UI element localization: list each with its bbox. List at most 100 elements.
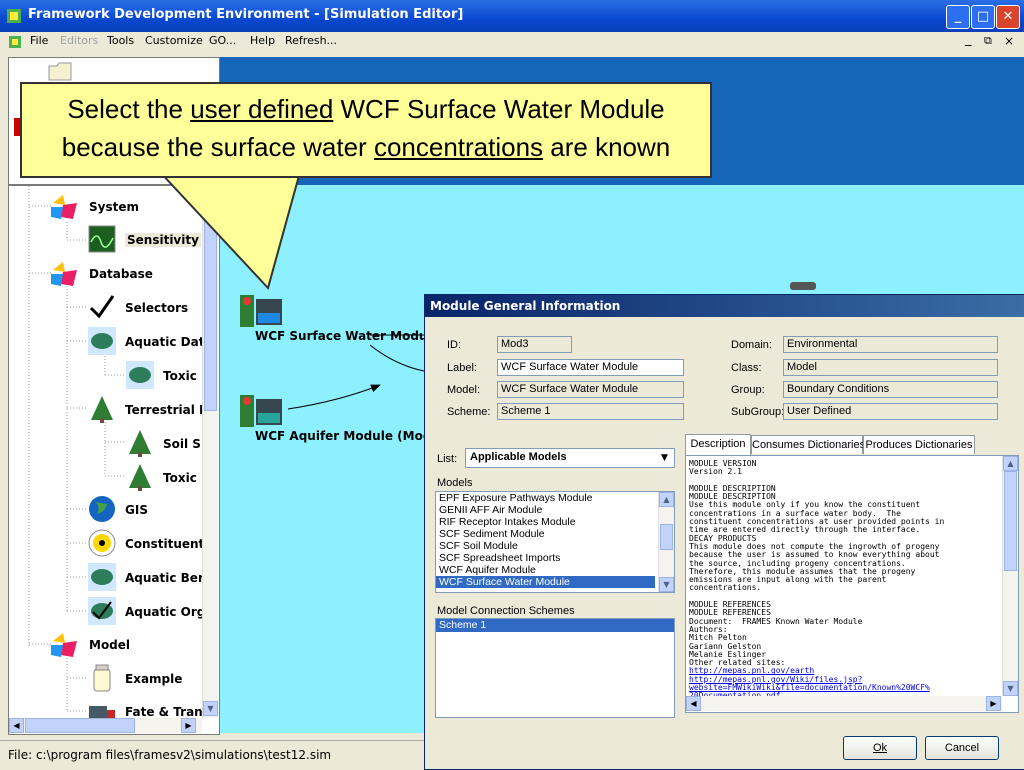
app-icon xyxy=(7,9,21,23)
tree-item-selectors[interactable]: Selectors xyxy=(125,301,188,315)
mdi-close-button[interactable]: × xyxy=(1004,34,1014,48)
model-list-item[interactable]: EPF Exposure Pathways Module xyxy=(436,492,674,504)
node-aquifer-label[interactable]: WCF Aquifer Module (Mod4) xyxy=(255,429,445,443)
cancel-button[interactable]: Cancel xyxy=(925,736,999,760)
models-label: Models xyxy=(437,477,473,489)
description-text[interactable]: MODULE VERSION Version 2.1 MODULE DESCRIPT… xyxy=(685,455,1019,713)
scroll-down-arrow[interactable]: ▼ xyxy=(203,701,218,716)
radiation-icon xyxy=(88,529,116,557)
tree-item-constituent[interactable]: Constituent xyxy=(125,537,204,551)
list-select[interactable]: Applicable Models ▼ xyxy=(465,448,675,468)
model-list-item[interactable]: WCF Surface Water Module xyxy=(436,576,655,588)
model-icon xyxy=(51,633,77,657)
scroll-left-arrow[interactable]: ◀ xyxy=(9,718,24,733)
scheme-item[interactable]: Scheme 1 xyxy=(436,619,674,632)
models-list[interactable]: EPF Exposure Pathways Module GENII AFF Ai… xyxy=(435,491,675,593)
scroll-down-arrow[interactable]: ▼ xyxy=(1003,681,1018,696)
menu-customize[interactable]: Customize xyxy=(145,34,203,47)
fish-icon xyxy=(88,563,116,591)
tree-item-aquatic-organism[interactable]: Aquatic Org xyxy=(125,605,205,619)
menu-bar: File Editors Tools Customize GO... Help … xyxy=(0,32,1024,52)
tree-item-soil[interactable]: Soil S xyxy=(163,437,201,451)
menu-tools[interactable]: Tools xyxy=(107,34,134,47)
tree-item-example[interactable]: Example xyxy=(125,672,182,686)
mdi-restore-button[interactable]: ⧉ xyxy=(984,34,992,48)
scheme-label: Scheme: xyxy=(447,406,491,418)
callout-line-1: Select the user defined WCF Surface Wate… xyxy=(67,94,665,124)
tree-horizontal-scrollbar[interactable]: ◀ ▶ xyxy=(9,718,202,733)
scroll-thumb[interactable] xyxy=(25,718,135,733)
tree-item-database[interactable]: Database xyxy=(89,267,153,281)
scheme-field: Scheme 1 xyxy=(497,403,684,420)
models-list-scrollbar[interactable]: ▲ ▼ xyxy=(658,492,674,592)
model-list-item[interactable]: GENII AFF Air Module xyxy=(436,504,674,516)
tab-consumes-dictionaries[interactable]: Consumes Dictionaries xyxy=(751,435,865,454)
menu-file[interactable]: File xyxy=(30,34,48,47)
scroll-thumb[interactable] xyxy=(660,524,673,550)
model-list-item[interactable]: RIF Receptor Intakes Module xyxy=(436,516,674,528)
tree-item-fate-transport[interactable]: Fate & Tran xyxy=(125,705,203,719)
surface-water-module-icon[interactable] xyxy=(240,295,284,327)
schemes-list[interactable]: Scheme 1 xyxy=(435,618,675,718)
subgroup-field: User Defined xyxy=(783,403,998,420)
globe-icon xyxy=(89,496,115,522)
scroll-right-arrow[interactable]: ▶ xyxy=(181,718,196,733)
jar-icon xyxy=(93,664,111,692)
scroll-up-arrow[interactable]: ▲ xyxy=(659,492,674,507)
dialog-title-bar[interactable]: Module General Information xyxy=(425,295,1024,317)
description-horizontal-scrollbar[interactable]: ◀ ▶ xyxy=(686,696,1002,711)
tree-item-aquatic-benthic[interactable]: Aquatic Ber xyxy=(125,571,204,585)
tree-item-toxic-2[interactable]: Toxic xyxy=(163,471,197,485)
tree-item-aquatic-data[interactable]: Aquatic Dat xyxy=(125,335,204,349)
tab-description[interactable]: Description xyxy=(685,434,751,455)
scroll-thumb[interactable] xyxy=(1004,471,1017,571)
scroll-left-arrow[interactable]: ◀ xyxy=(686,696,701,711)
model-label: Model: xyxy=(447,384,481,396)
fish-check-icon xyxy=(88,597,116,625)
close-button[interactable]: ✕ xyxy=(996,5,1020,29)
cancel-button-label: Cancel xyxy=(944,742,980,754)
tree-item-toxic-1[interactable]: Toxic xyxy=(163,369,197,383)
aquifer-module-icon[interactable] xyxy=(240,395,284,427)
checkmark-icon xyxy=(89,295,115,319)
mdi-minimize-button[interactable]: _ xyxy=(965,32,972,47)
menu-refresh[interactable]: Refresh... xyxy=(285,34,337,47)
menu-go[interactable]: GO... xyxy=(209,34,236,47)
callout-pointer xyxy=(160,171,302,290)
group-field: Boundary Conditions xyxy=(783,381,998,398)
folder-icon xyxy=(48,62,72,81)
model-list-item[interactable]: SCF Soil Module xyxy=(436,540,674,552)
database-icon xyxy=(51,262,77,286)
label-label: Label: xyxy=(447,362,477,374)
description-line: concentrations. xyxy=(689,583,762,593)
fish-icon xyxy=(88,327,116,355)
maximize-button[interactable]: □ xyxy=(971,5,995,29)
tree-item-model[interactable]: Model xyxy=(89,638,130,652)
label-field[interactable]: WCF Surface Water Module xyxy=(497,359,684,376)
domain-label: Domain: xyxy=(731,339,772,351)
menu-help[interactable]: Help xyxy=(250,34,275,47)
node-surface-water-label[interactable]: WCF Surface Water Module xyxy=(255,329,440,343)
chevron-down-icon[interactable]: ▼ xyxy=(656,449,673,467)
model-list-item[interactable]: SCF Sediment Module xyxy=(436,528,674,540)
group-label: Group: xyxy=(731,384,765,396)
tree-item-system[interactable]: System xyxy=(89,200,139,214)
scroll-up-arrow[interactable]: ▲ xyxy=(1003,456,1018,471)
scroll-down-arrow[interactable]: ▼ xyxy=(659,577,674,592)
sensitivity-icon xyxy=(88,225,116,253)
module-icon-partial xyxy=(790,282,816,290)
model-list-item[interactable]: SCF Spreadsheet Imports xyxy=(436,552,674,564)
system-icon xyxy=(51,195,77,219)
description-vertical-scrollbar[interactable]: ▲ ▼ xyxy=(1002,456,1018,696)
scroll-right-arrow[interactable]: ▶ xyxy=(986,696,1001,711)
tab-produces-dictionaries[interactable]: Produces Dictionaries xyxy=(863,435,975,454)
model-list-item[interactable]: WCF Aquifer Module xyxy=(436,564,674,576)
tree-item-terrestrial[interactable]: Terrestrial D xyxy=(125,403,209,417)
menu-editors: Editors xyxy=(60,34,99,47)
minimize-button[interactable]: _ xyxy=(946,5,970,29)
dialog-title: Module General Information xyxy=(430,299,621,313)
description-line: Document: FRAMES Known Water Module xyxy=(689,616,863,626)
tree-item-gis[interactable]: GIS xyxy=(125,503,148,517)
ok-button[interactable]: Ok xyxy=(843,736,917,760)
title-bar[interactable]: Framework Development Environment - [Sim… xyxy=(0,0,1024,32)
